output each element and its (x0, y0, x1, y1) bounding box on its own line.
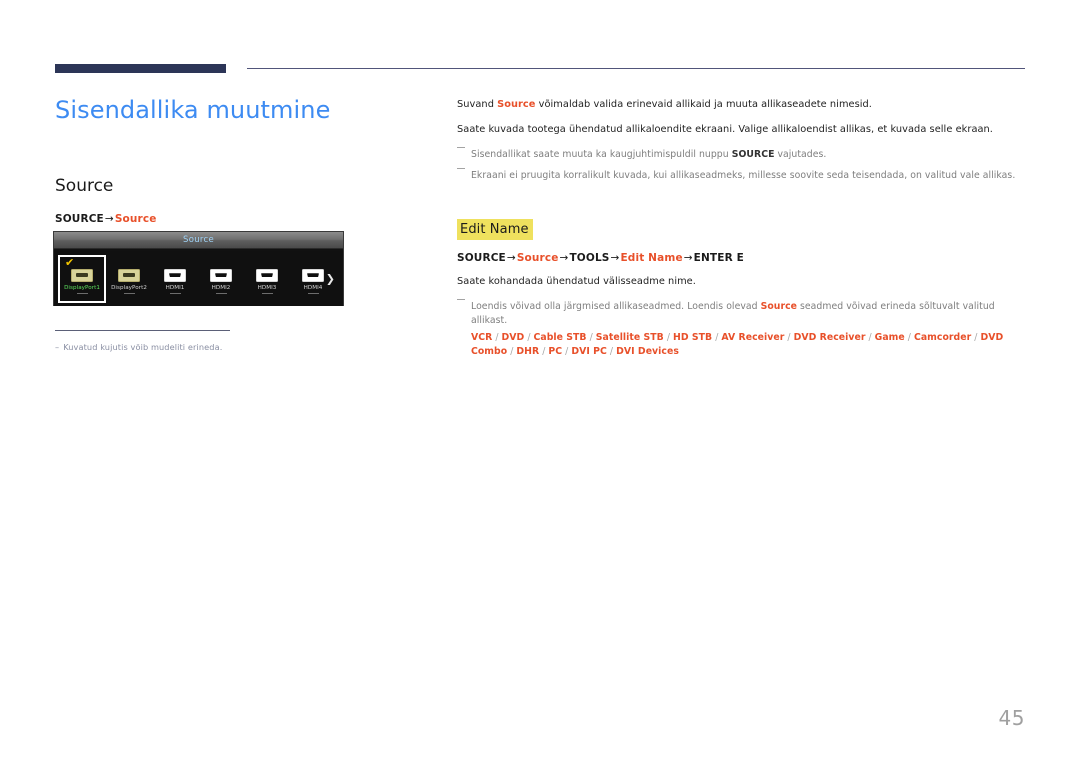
note3-accent: Source (760, 301, 797, 312)
device-separator: / (663, 332, 674, 343)
source-item-label: HDMI1 (165, 284, 185, 291)
device-type-list: VCR / DVD / Cable STB / Satellite STB / … (457, 331, 1025, 359)
osd-source-list: ✔ DisplayPort1 DisplayPort2 HDMI1 HDMI2 … (54, 251, 343, 306)
right-column: Suvand Source võimaldab valida erinevaid… (457, 98, 1025, 359)
left-column: Sisendallika muutmine Source SOURCE→Sour… (55, 95, 427, 225)
intro-p1-accent: Source (497, 99, 536, 110)
device-separator: / (865, 332, 875, 343)
hdmi-icon (164, 268, 186, 282)
edit-name-paragraph: Saate kohandada ühendatud välisseadme ni… (457, 276, 696, 287)
note-dash-icon (457, 168, 465, 169)
displayport-icon (71, 268, 93, 282)
device-type: DHR (516, 346, 540, 357)
left-footnote: – Kuvatud kujutis võib mudeliti erineda. (55, 331, 355, 353)
footnote-text: Kuvatud kujutis võib mudeliti erineda. (63, 342, 223, 352)
source-item-hdmi3[interactable]: HDMI3 (244, 256, 290, 302)
arrow-icon: → (559, 252, 569, 264)
arrow-icon: → (506, 252, 516, 264)
device-separator: / (524, 332, 534, 343)
arrow-icon: → (104, 213, 114, 225)
device-separator: / (492, 332, 502, 343)
edit-name-heading: Edit Name (457, 219, 533, 240)
hdmi-icon (256, 268, 278, 282)
device-type: VCR (471, 332, 493, 343)
displayport-icon (118, 268, 140, 282)
path-p4: Edit Name (620, 252, 683, 264)
check-icon: ✔ (65, 255, 75, 269)
path-p3: TOOLS (569, 252, 610, 264)
source-item-label: HDMI2 (211, 284, 231, 291)
source-item-label: HDMI3 (257, 284, 277, 291)
page-number: 45 (998, 706, 1025, 730)
menu-path-edit-name: SOURCE→Source→TOOLS→Edit Name→ENTER E (457, 252, 1025, 264)
note-wrong-source: Ekraani ei pruugita korralikult kuvada, … (457, 168, 1025, 183)
path-p5: ENTER E (693, 252, 744, 264)
note-dash-icon (457, 147, 465, 148)
source-item-label: DisplayPort2 (111, 284, 147, 291)
device-type: Game (874, 332, 905, 343)
source-item-underline (215, 293, 227, 295)
intro-paragraph-1: Suvand Source võimaldab valida erinevaid… (457, 98, 1025, 112)
device-separator: / (904, 332, 914, 343)
device-separator: / (784, 332, 794, 343)
device-type: DVD Receiver (793, 332, 866, 343)
source-item-label: HDMI4 (303, 284, 323, 291)
chevron-right-icon[interactable]: ❯ (326, 273, 335, 284)
menu-path-target: Source (114, 213, 157, 225)
device-type: Satellite STB (595, 332, 664, 343)
edit-name-section: Edit Name SOURCE→Source→TOOLS→Edit Name→… (457, 203, 1025, 359)
note3-before: Loendis võivad olla järgmised allikasead… (471, 301, 761, 312)
arrow-icon: → (683, 252, 693, 264)
intro-paragraph-2: Saate kuvada tootega ühendatud allikaloe… (457, 124, 993, 135)
note-device-list: Loendis võivad olla järgmised allikasead… (457, 299, 1025, 328)
page-title: Sisendallika muutmine (55, 96, 331, 124)
note1-before: Sisendallikat saate muuta ka kaugjuhtimi… (471, 149, 732, 160)
note-dash-icon (457, 299, 465, 300)
source-item-hdmi2[interactable]: HDMI2 (198, 256, 244, 302)
source-item-underline (307, 293, 319, 295)
left-footnote-block: – Kuvatud kujutis võib mudeliti erineda. (55, 330, 355, 353)
path-p1: SOURCE (457, 252, 506, 264)
section-title: Source (55, 176, 114, 196)
device-separator: / (586, 332, 596, 343)
hdmi-icon (302, 268, 324, 282)
note2-text: Ekraani ei pruugita korralikult kuvada, … (471, 170, 1016, 181)
menu-path-source: SOURCE→Source (55, 197, 427, 225)
source-item-underline (123, 293, 135, 295)
menu-path-root: SOURCE (55, 213, 104, 225)
path-p2: Source (516, 252, 559, 264)
footnote-dash: – (55, 342, 60, 352)
osd-title-label: Source (183, 235, 214, 245)
arrow-icon: → (610, 252, 620, 264)
device-type: AV Receiver (721, 332, 785, 343)
note-remote-source: Sisendallikat saate muuta ka kaugjuhtimi… (457, 147, 1025, 162)
source-item-underline (169, 293, 181, 295)
device-type: HD STB (673, 332, 713, 343)
device-type: Camcorder (913, 332, 972, 343)
device-separator: / (606, 346, 617, 357)
source-item-underline (76, 293, 88, 295)
device-separator: / (562, 346, 572, 357)
note1-after: vajutades. (774, 149, 827, 160)
hdmi-icon (210, 268, 232, 282)
osd-titlebar: Source (54, 232, 343, 249)
device-type: Cable STB (533, 332, 587, 343)
source-item-displayport1[interactable]: ✔ DisplayPort1 (58, 254, 106, 303)
source-item-displayport2[interactable]: DisplayPort2 (106, 256, 152, 302)
device-type: DVI Devices (616, 346, 679, 357)
source-item-underline (261, 293, 273, 295)
source-item-hdmi1[interactable]: HDMI1 (152, 256, 198, 302)
device-type: DVD (501, 332, 525, 343)
device-type: DVI PC (571, 346, 607, 357)
intro-p1-before: Suvand (457, 99, 498, 110)
note1-strong: SOURCE (731, 149, 775, 160)
header-rule-thick (55, 64, 226, 73)
source-osd-mockup: Source ✔ DisplayPort1 DisplayPort2 HDMI1… (53, 231, 344, 306)
source-item-label: DisplayPort1 (64, 284, 100, 291)
device-type: PC (548, 346, 563, 357)
intro-p1-after: võimaldab valida erinevaid allikaid ja m… (535, 99, 872, 110)
header-rule-thin (247, 68, 1025, 69)
